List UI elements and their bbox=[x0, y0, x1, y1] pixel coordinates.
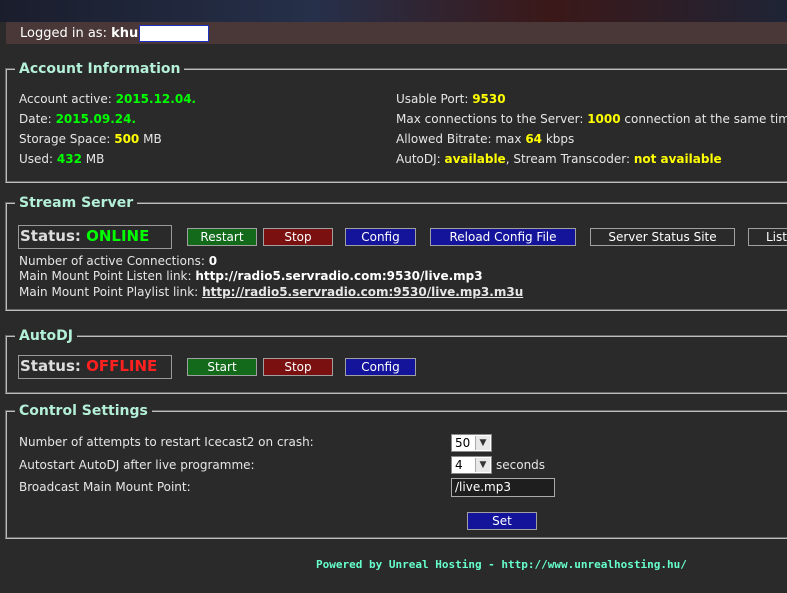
stream-restart-button[interactable]: Restart bbox=[187, 228, 257, 246]
bitrate-value: 64 bbox=[525, 132, 543, 146]
autodj-start-button[interactable]: Start bbox=[187, 358, 257, 376]
set-button[interactable]: Set bbox=[467, 512, 537, 530]
stream-config-button[interactable]: Config bbox=[345, 228, 416, 246]
chevron-down-icon: ▼ bbox=[475, 436, 490, 450]
used-row: Used: 432 MB bbox=[19, 152, 105, 166]
autostart-select[interactable]: 4 ▼ bbox=[451, 456, 492, 474]
autostart-unit: seconds bbox=[496, 458, 546, 472]
date-value: 2015.09.24. bbox=[55, 112, 137, 126]
max-connections-value: 1000 bbox=[587, 112, 621, 126]
used-value: 432 bbox=[56, 152, 82, 166]
autodj-status-box: Status: OFFLINE bbox=[18, 355, 172, 379]
restart-attempts-select[interactable]: 50 ▼ bbox=[451, 434, 492, 452]
listen-button[interactable]: Listen bbox=[748, 228, 787, 246]
server-status-site-button[interactable]: Server Status Site bbox=[590, 228, 735, 246]
active-connections-value: 0 bbox=[208, 254, 218, 268]
playlist-link[interactable]: http://radio5.servradio.com:9530/live.mp… bbox=[202, 285, 523, 299]
active-connections-row: Number of active Connections: 0 bbox=[19, 254, 218, 268]
account-active-value: 2015.12.04. bbox=[115, 92, 197, 106]
account-information-legend: Account Information bbox=[19, 61, 181, 77]
usable-port-value: 9530 bbox=[472, 92, 506, 106]
autodj-status-value: OFFLINE bbox=[86, 357, 158, 375]
playlist-link-row: Main Mount Point Playlist link: http://r… bbox=[19, 285, 524, 299]
broadcast-mount-input[interactable]: /live.mp3 bbox=[451, 478, 555, 497]
autodj-legend: AutoDJ bbox=[19, 328, 73, 344]
transcoder-availability-value: not available bbox=[633, 152, 722, 166]
username-redaction bbox=[139, 25, 209, 42]
listen-link-row: Main Mount Point Listen link: http://rad… bbox=[19, 269, 483, 283]
max-connections-row: Max connections to the Server: 1000 conn… bbox=[396, 112, 787, 126]
usable-port-row: Usable Port: 9530 bbox=[396, 92, 506, 106]
footer-credit: Powered by Unreal Hosting - http://www.u… bbox=[316, 558, 687, 571]
chevron-down-icon: ▼ bbox=[475, 458, 490, 472]
autodj-config-button[interactable]: Config bbox=[345, 358, 416, 376]
header-banner bbox=[0, 0, 787, 22]
autodj-availability-row: AutoDJ: available, Stream Transcoder: no… bbox=[396, 152, 722, 166]
reload-config-button[interactable]: Reload Config File bbox=[430, 228, 576, 246]
autodj-availability-value: available bbox=[444, 152, 506, 166]
bitrate-row: Allowed Bitrate: max 64 kbps bbox=[396, 132, 575, 146]
stream-server-legend: Stream Server bbox=[19, 195, 134, 211]
login-label: Logged in as: khu bbox=[20, 26, 139, 41]
stream-stop-button[interactable]: Stop bbox=[263, 228, 333, 246]
date-row: Date: 2015.09.24. bbox=[19, 112, 137, 126]
stream-status-value: ONLINE bbox=[86, 227, 150, 245]
autostart-label: Autostart AutoDJ after live programme: bbox=[19, 458, 255, 472]
restart-attempts-label: Number of attempts to restart Icecast2 o… bbox=[19, 435, 314, 449]
storage-row: Storage Space: 500 MB bbox=[19, 132, 162, 146]
autodj-stop-button[interactable]: Stop bbox=[263, 358, 333, 376]
broadcast-mount-label: Broadcast Main Mount Point: bbox=[19, 480, 191, 494]
account-active-row: Account active: 2015.12.04. bbox=[19, 92, 197, 106]
control-settings-legend: Control Settings bbox=[19, 403, 148, 419]
login-username: khu bbox=[111, 26, 139, 41]
stream-status-box: Status: ONLINE bbox=[18, 225, 172, 249]
storage-value: 500 bbox=[114, 132, 140, 146]
login-bar: Logged in as: khu bbox=[6, 22, 787, 44]
listen-link-value: http://radio5.servradio.com:9530/live.mp… bbox=[195, 269, 483, 283]
